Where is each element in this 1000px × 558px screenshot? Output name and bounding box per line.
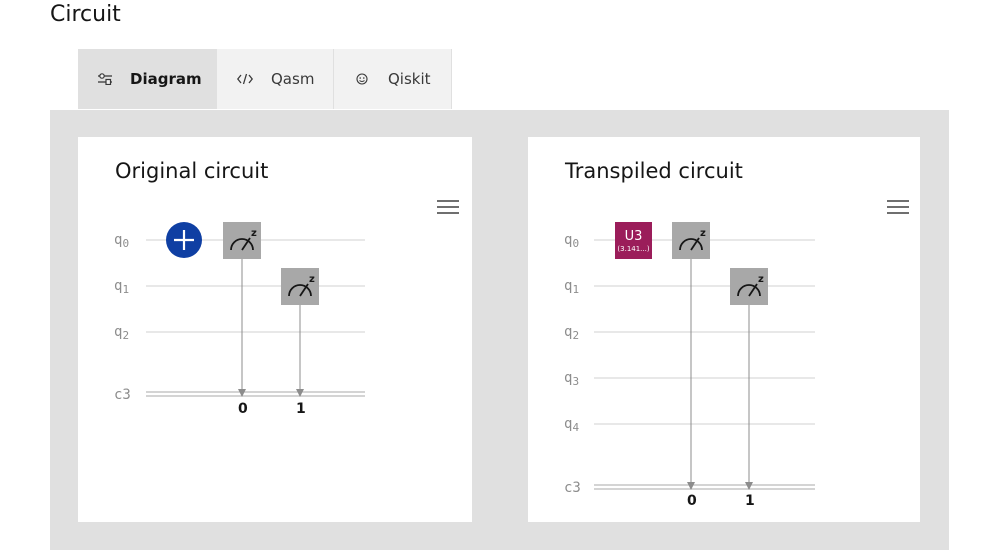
svg-text:z: z [758,274,764,285]
tab-qasm[interactable]: Qasm [217,49,334,109]
svg-text:z: z [251,228,257,239]
page-title: Circuit [50,2,121,27]
classical-label: c3 [114,387,131,403]
qubit-label-q2: q2 [564,324,579,342]
classical-bit-1: 1 [745,493,755,509]
svg-text:(3.141...): (3.141...) [617,245,649,253]
original-circuit-diagram: q0 q1 q2 c3 z 0 z 1 [114,222,365,417]
tab-diagram[interactable]: Diagram [78,49,217,109]
classical-bit-0: 0 [238,401,248,417]
svg-text:U3: U3 [625,229,643,244]
tab-qasm-label: Qasm [271,70,315,88]
tab-qiskit[interactable]: Qiskit [334,49,452,109]
code-icon [237,71,253,87]
qubit-label-q1: q1 [114,278,129,296]
transpiled-circuit-card: Transpiled circuit q0 q1 q2 q3 q4 c3 U3 … [528,137,920,522]
measure-gate-q0[interactable]: z [223,222,261,259]
u3-gate-q0[interactable]: U3 (3.141...) [615,222,652,259]
x-gate-q0[interactable] [166,222,202,258]
tab-qiskit-label: Qiskit [388,70,431,88]
measure-gate-q1[interactable]: z [281,268,319,305]
diagram-icon [98,71,112,87]
qubit-label-q0: q0 [114,232,129,250]
measure-gate-q0[interactable]: z [672,222,710,259]
qubit-label-q4: q4 [564,416,579,434]
qubit-label-q3: q3 [564,370,579,388]
qubit-label-q1: q1 [564,278,579,296]
qubit-label-q0: q0 [564,232,579,250]
classical-label: c3 [564,480,581,496]
classical-bit-1: 1 [296,401,306,417]
measure-gate-q1[interactable]: z [730,268,768,305]
transpiled-circuit-diagram: q0 q1 q2 q3 q4 c3 U3 (3.141...) z 0 z 1 [564,222,815,509]
svg-text:z: z [309,274,315,285]
svg-text:z: z [700,228,706,239]
view-tabs: Diagram Qasm Qiskit [78,49,452,109]
tab-diagram-label: Diagram [130,70,202,88]
qubit-label-q2: q2 [114,324,129,342]
qiskit-icon [354,71,370,87]
original-circuit-card: Original circuit q0 q1 q2 c3 z 0 z 1 [78,137,472,522]
classical-bit-0: 0 [687,493,697,509]
